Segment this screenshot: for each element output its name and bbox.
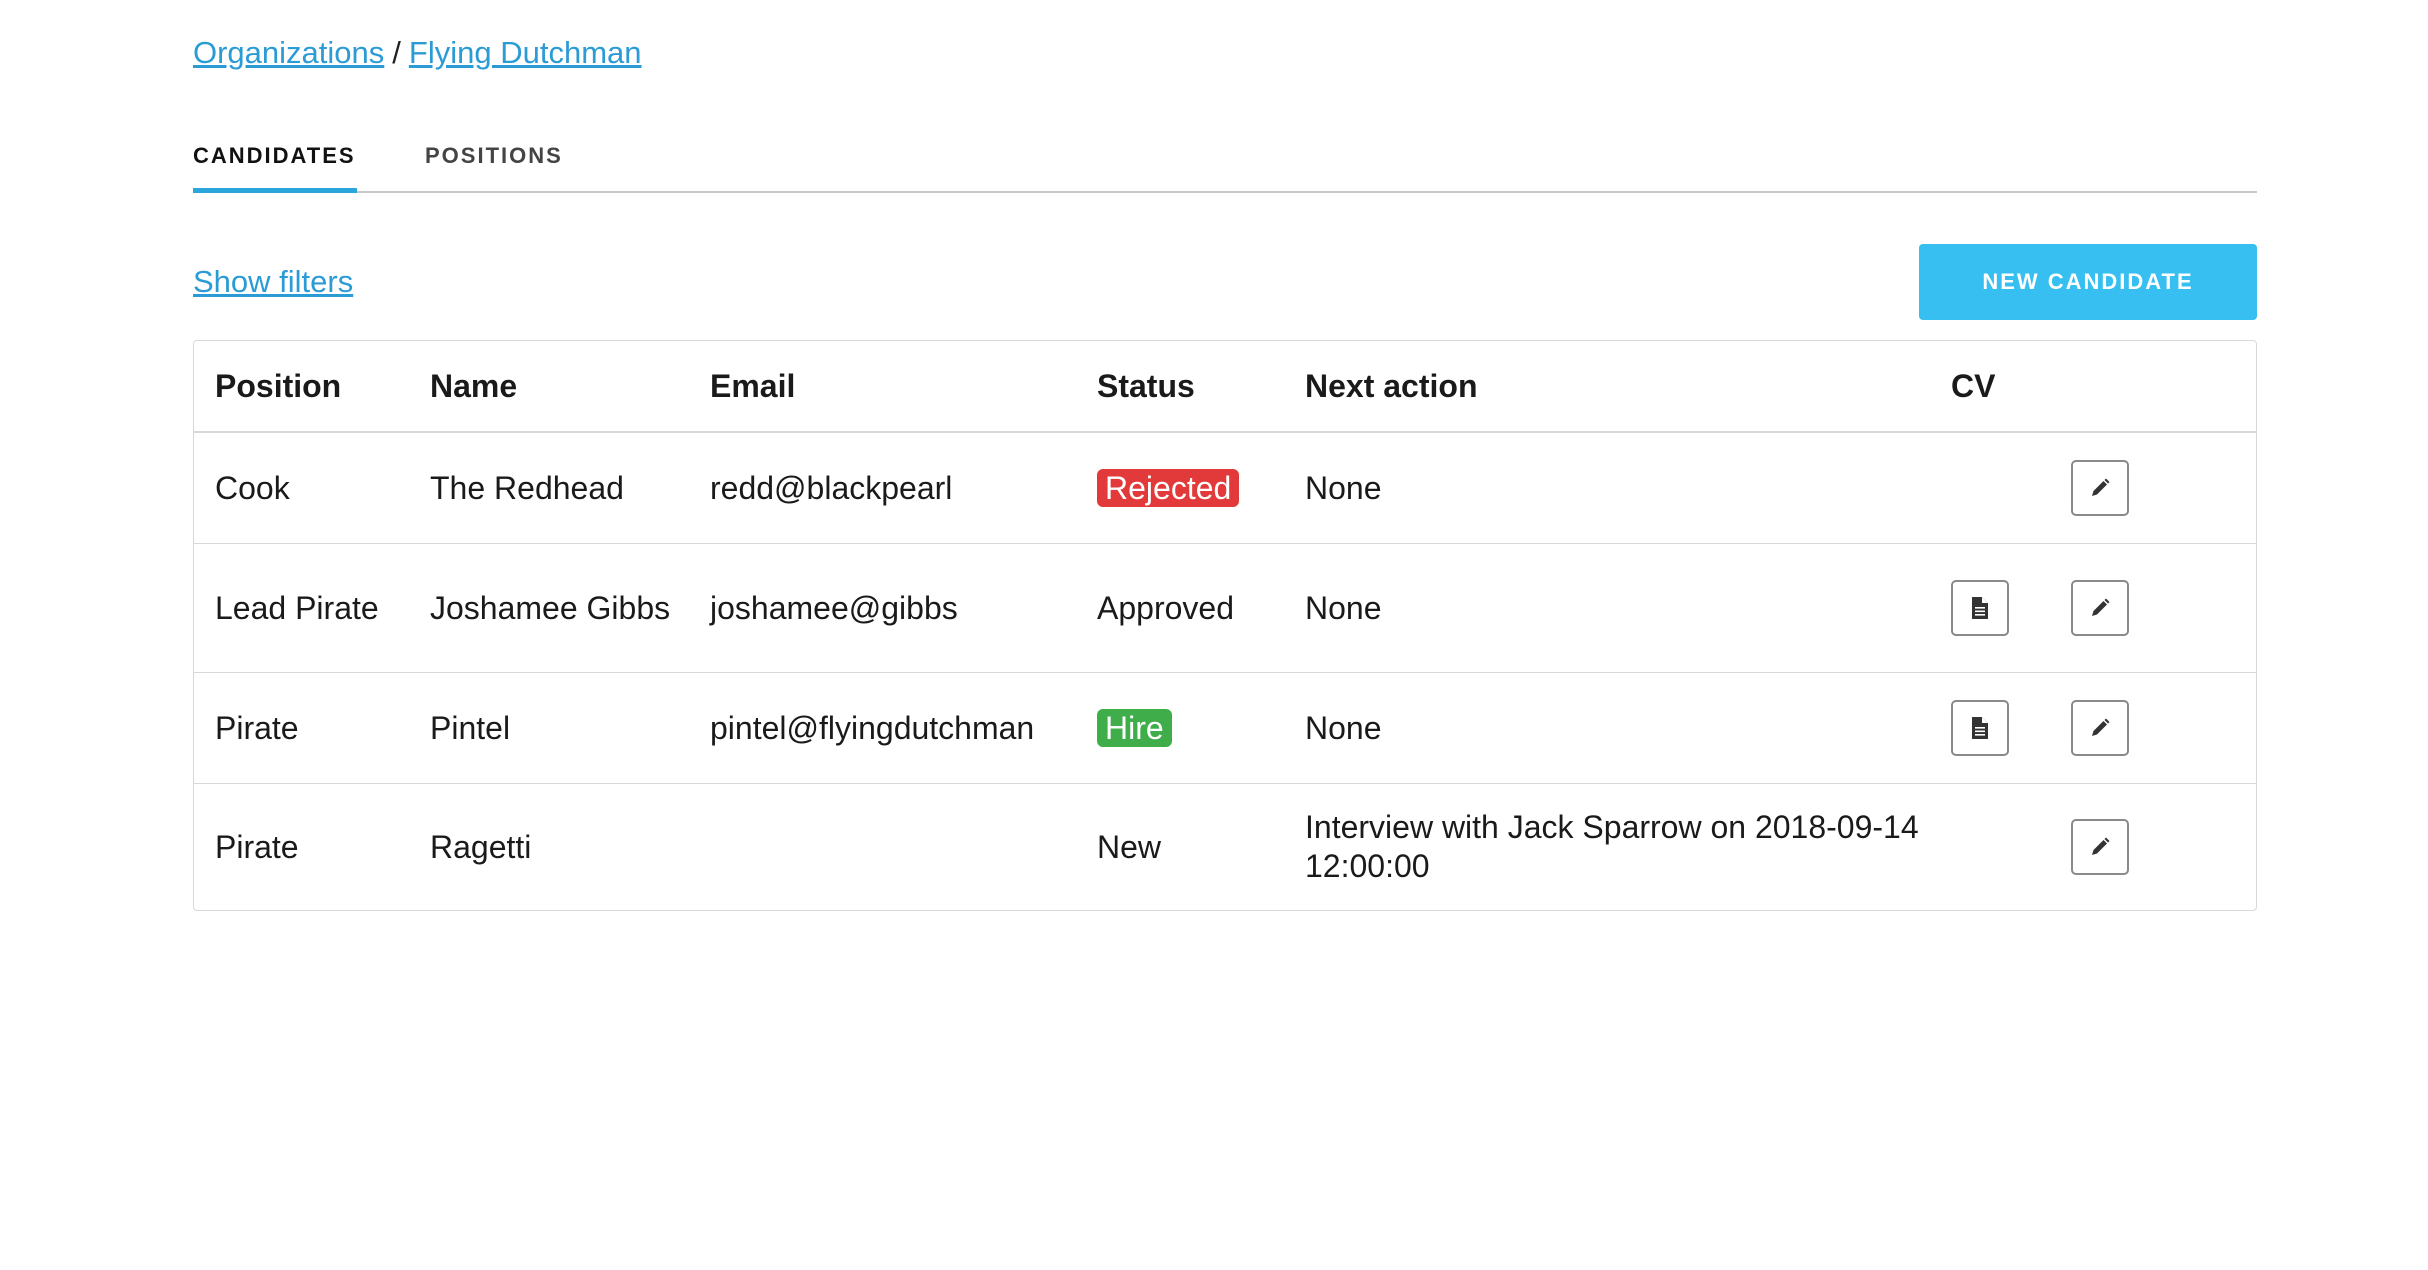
cell-position: Pirate <box>194 672 409 784</box>
candidates-table: Position Name Email Status Next action C… <box>193 340 2257 911</box>
page: Organizations / Flying Dutchman CANDIDATES… <box>0 0 2428 1270</box>
header-name[interactable]: Name <box>409 341 689 433</box>
cell-position: Cook <box>194 432 409 544</box>
header-email[interactable]: Email <box>689 341 1076 433</box>
cell-next-action: Interview with Jack Sparrow on 2018-09-1… <box>1305 809 1919 884</box>
edit-button[interactable] <box>2071 819 2129 875</box>
cv-button[interactable] <box>1951 580 2009 636</box>
table-header-row: Position Name Email Status Next action C… <box>194 341 2256 433</box>
breadcrumb-organizations-link[interactable]: Organizations <box>193 35 384 70</box>
edit-button[interactable] <box>2071 460 2129 516</box>
cell-cv <box>1930 784 2051 911</box>
pencil-icon <box>2092 478 2110 496</box>
cell-edit <box>2051 784 2256 911</box>
cell-name: Joshamee Gibbs <box>409 543 689 673</box>
header-cv[interactable]: CV <box>1930 341 2051 433</box>
show-filters-link[interactable]: Show filters <box>193 262 353 302</box>
table-row[interactable]: Pirate Pintel pintel@flyingdutchman Hire… <box>194 672 2256 784</box>
status-badge: Rejected <box>1097 468 1240 507</box>
cell-edit <box>2051 432 2256 544</box>
cell-cv <box>1930 672 2051 784</box>
cell-next-action: None <box>1284 432 1930 544</box>
cell-name: Pintel <box>409 672 689 784</box>
cell-status: Rejected <box>1076 432 1284 544</box>
cell-name: Ragetti <box>430 828 532 865</box>
breadcrumb-separator: / <box>392 35 401 70</box>
tab-bar: CANDIDATES POSITIONS <box>193 138 2257 193</box>
cell-email: pintel@flyingdutchman <box>689 672 1076 784</box>
cell-edit <box>2051 672 2256 784</box>
cell-edit <box>2051 543 2256 673</box>
edit-button[interactable] <box>2071 580 2129 636</box>
header-status[interactable]: Status <box>1076 341 1284 433</box>
cell-cv <box>1930 432 2051 544</box>
document-icon <box>1972 597 1988 619</box>
cv-button[interactable] <box>1951 700 2009 756</box>
header-actions <box>2051 341 2256 433</box>
breadcrumb: Organizations / Flying Dutchman <box>193 33 642 73</box>
cell-next-action: None <box>1284 672 1930 784</box>
cell-position: Pirate <box>215 828 299 865</box>
header-position[interactable]: Position <box>194 341 409 433</box>
cell-status: New <box>1097 828 1162 865</box>
cell-status: Hire <box>1076 672 1284 784</box>
document-icon <box>1972 717 1988 739</box>
table-row[interactable]: Pirate Ragetti New Interview with Jack S… <box>194 784 2256 911</box>
cell-cv <box>1930 543 2051 673</box>
cell-name: The Redhead <box>409 432 689 544</box>
pencil-icon <box>2092 837 2110 855</box>
table-row[interactable]: Cook The Redhead redd@blackpearl Rejecte… <box>194 432 2256 544</box>
table-row[interactable]: Lead Pirate Joshamee Gibbs joshamee@gibb… <box>194 543 2256 673</box>
edit-button[interactable] <box>2071 700 2129 756</box>
cell-email: redd@blackpearl <box>689 432 1076 544</box>
tab-candidates[interactable]: CANDIDATES <box>193 138 357 193</box>
cell-email: joshamee@gibbs <box>689 543 1076 673</box>
new-candidate-button[interactable]: NEW CANDIDATE <box>1919 244 2257 320</box>
pencil-icon <box>2092 598 2110 616</box>
breadcrumb-current-link[interactable]: Flying Dutchman <box>409 35 642 70</box>
cell-email <box>689 784 1076 911</box>
cell-next-action: None <box>1284 543 1930 673</box>
cell-position: Lead Pirate <box>194 543 409 673</box>
tab-positions[interactable]: POSITIONS <box>425 138 563 191</box>
header-next-action[interactable]: Next action <box>1284 341 1930 433</box>
cell-status: Approved <box>1076 543 1284 673</box>
pencil-icon <box>2092 718 2110 736</box>
status-badge: Hire <box>1097 708 1172 747</box>
